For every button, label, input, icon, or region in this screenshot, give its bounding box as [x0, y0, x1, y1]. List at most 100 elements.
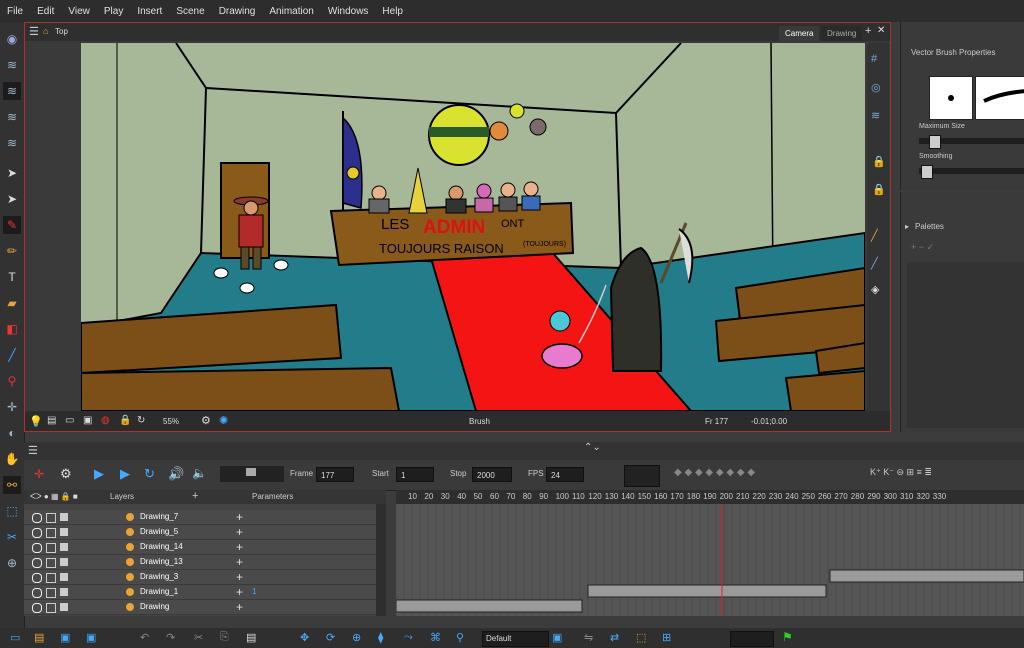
enable-icon[interactable]: [32, 528, 42, 538]
swap-icon[interactable]: ⇄: [610, 631, 619, 644]
next-marker-icon[interactable]: ⚑: [782, 630, 793, 644]
pivot-icon[interactable]: ✛: [3, 398, 21, 416]
eye-icon[interactable]: ◉: [3, 30, 21, 48]
keyframe-nav-icon[interactable]: K⁺ K⁻ ⊖ ⊞ ≡ ≣: [870, 467, 932, 478]
cutter-icon[interactable]: ✂: [3, 528, 21, 546]
frame-input[interactable]: 177: [316, 467, 354, 482]
layers-icon-3[interactable]: ≋: [3, 134, 21, 152]
add-parameter-icon[interactable]: +: [236, 585, 243, 599]
layer-row[interactable]: Drawing_14 +: [24, 540, 376, 555]
lock-layer-icon[interactable]: [46, 573, 56, 583]
menu-file[interactable]: File: [0, 6, 30, 17]
safe-area-icon[interactable]: ▤: [47, 415, 56, 426]
layer-name[interactable]: Drawing: [140, 602, 169, 611]
zoom-icon[interactable]: ⊕: [3, 554, 21, 572]
grid-icon[interactable]: #: [871, 53, 877, 65]
menu-insert[interactable]: Insert: [130, 6, 169, 17]
spline-icon[interactable]: ⤳: [404, 631, 413, 644]
home-icon[interactable]: ⌂: [43, 26, 48, 36]
brush-preset-stroke[interactable]: [975, 76, 1024, 120]
add-parameter-icon[interactable]: +: [236, 540, 243, 554]
add-layer-icon[interactable]: +: [192, 490, 198, 502]
tab-camera[interactable]: Camera: [779, 26, 820, 41]
preset-select[interactable]: Default: [482, 631, 549, 647]
exposure-block[interactable]: [395, 599, 583, 613]
enable-icon[interactable]: [32, 603, 42, 613]
hand-icon[interactable]: ◐: [3, 424, 21, 442]
zoom-select[interactable]: [730, 631, 774, 647]
layer-name[interactable]: Drawing_1: [140, 587, 178, 596]
light-table-icon[interactable]: ≋: [871, 109, 880, 122]
palette-actions-icon[interactable]: + − ✓: [911, 242, 934, 253]
exposure-block[interactable]: [829, 569, 1024, 583]
layers-icon[interactable]: ≋: [3, 56, 21, 74]
close-icon[interactable]: ✕: [877, 25, 885, 36]
collapse-icon[interactable]: ⌃⌄: [584, 442, 601, 453]
brush-preset-dot[interactable]: [929, 76, 973, 120]
transform-tool-icon[interactable]: ✥: [300, 631, 309, 644]
lock-view-icon[interactable]: 🔒: [119, 415, 131, 426]
onion-skin-icon[interactable]: ◎: [871, 81, 881, 94]
contour-arrow-icon[interactable]: ➤: [3, 190, 21, 208]
color-icon[interactable]: ◍: [101, 415, 110, 426]
transform-icon[interactable]: ⬚: [3, 502, 21, 520]
paint-bucket-icon[interactable]: ◧: [3, 320, 21, 338]
hand-grab-icon[interactable]: ✋: [3, 450, 21, 468]
camera-mask-icon[interactable]: ▣: [83, 415, 92, 426]
color-layer-icon[interactable]: [60, 573, 68, 581]
frame-ruler[interactable]: 10 20 30 40 50 60 70 80 90 100 110 120 130 140 150 160 1…: [396, 490, 1024, 504]
layer-name[interactable]: Drawing_7: [140, 512, 178, 521]
rotate-icon[interactable]: ⟳: [326, 631, 335, 644]
enable-icon[interactable]: [32, 513, 42, 523]
drawing-canvas[interactable]: LES ADMIN ONT TOUJOURS RAISON (TOUJOURS): [81, 43, 865, 411]
undo-icon[interactable]: ↶: [140, 631, 149, 644]
pencil-icon[interactable]: ✏: [3, 242, 21, 260]
redo-icon[interactable]: ↷: [166, 631, 175, 644]
render-icon[interactable]: ✺: [219, 414, 228, 427]
menu-edit[interactable]: Edit: [30, 6, 61, 17]
stop-input[interactable]: 2000: [472, 467, 512, 482]
menu-help[interactable]: Help: [375, 6, 410, 17]
layer-row[interactable]: Drawing_5 +: [24, 525, 376, 540]
visibility-header-icon[interactable]: ᐸᐳ ● ▦ 🔒 ■: [30, 492, 78, 501]
frame-icon[interactable]: ▭: [65, 415, 74, 426]
layer-name[interactable]: Drawing_5: [140, 527, 178, 536]
skew-icon[interactable]: ⧫: [378, 631, 383, 644]
exposure-cells[interactable]: [395, 504, 1024, 616]
dropper-icon[interactable]: ⚲: [3, 372, 21, 390]
menu-icon[interactable]: ☰: [29, 25, 39, 38]
menu-scene[interactable]: Scene: [169, 6, 211, 17]
zoom-readout[interactable]: 55%: [163, 417, 179, 426]
layer-name[interactable]: Drawing_14: [140, 542, 183, 551]
smoothing-handle[interactable]: [921, 165, 933, 179]
lock-layer-icon[interactable]: [46, 603, 56, 613]
open-icon[interactable]: ▤: [34, 631, 44, 644]
start-input[interactable]: 1: [396, 467, 434, 482]
layer-scrollbar[interactable]: [376, 504, 386, 616]
menu-play[interactable]: Play: [97, 6, 130, 17]
playback-speed-handle[interactable]: [246, 468, 256, 476]
playback-settings-icon[interactable]: ⚙: [60, 466, 72, 482]
layer-stack-icon[interactable]: ≋: [3, 82, 21, 100]
menu-drawing[interactable]: Drawing: [212, 6, 263, 17]
layer-name[interactable]: Drawing_3: [140, 572, 178, 581]
color-swatch[interactable]: [624, 465, 660, 487]
copy-icon[interactable]: ⎘: [220, 631, 229, 644]
color-layer-icon[interactable]: [60, 528, 68, 536]
add-parameter-icon[interactable]: +: [236, 510, 243, 524]
enable-icon[interactable]: [32, 573, 42, 583]
layer-row[interactable]: Drawing_1 + 1: [24, 585, 376, 600]
layer-row[interactable]: Drawing_13 +: [24, 555, 376, 570]
menu-animation[interactable]: Animation: [262, 6, 320, 17]
select-arrow-icon[interactable]: ➤: [3, 164, 21, 182]
new-scene-icon[interactable]: ▭: [10, 631, 20, 644]
paste-icon[interactable]: ▤: [246, 631, 256, 644]
lock-layer-icon[interactable]: [46, 543, 56, 553]
lock-layer-icon[interactable]: [46, 558, 56, 568]
color-layer-icon[interactable]: [60, 558, 68, 566]
color-layer-icon[interactable]: [60, 543, 68, 551]
add-parameter-icon[interactable]: +: [236, 555, 243, 569]
color-layer-icon[interactable]: [60, 603, 68, 611]
layer-row[interactable]: Drawing +: [24, 600, 376, 615]
ruler-icon[interactable]: ╱: [871, 229, 878, 242]
